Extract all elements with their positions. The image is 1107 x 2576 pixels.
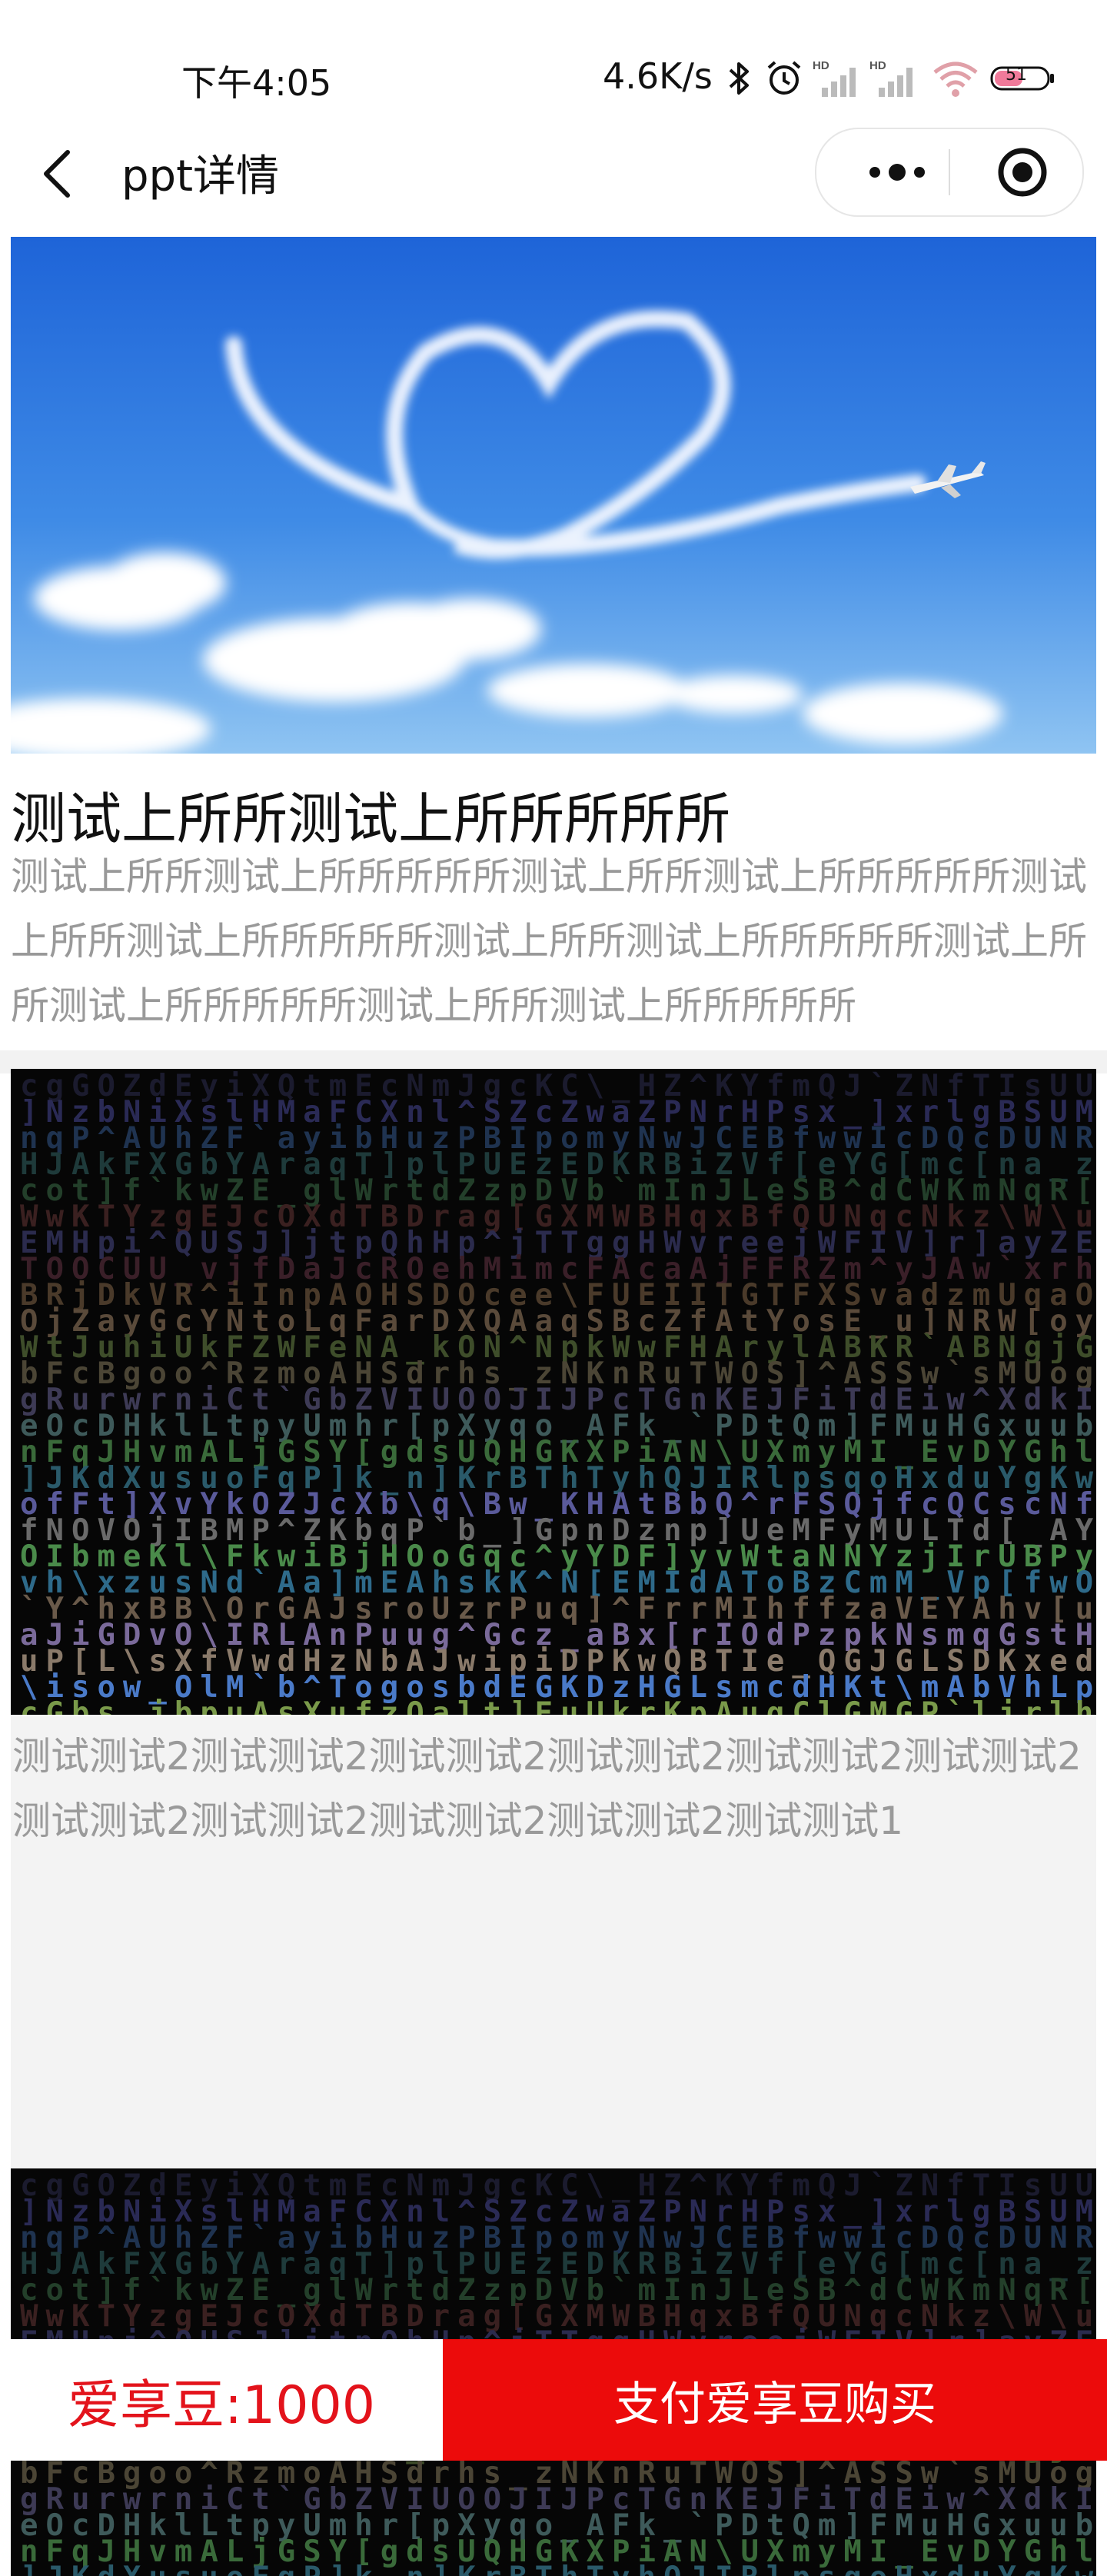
status-time: 下午4:05	[181, 62, 332, 104]
alarm-icon	[763, 58, 806, 98]
wifi-icon	[930, 58, 981, 98]
matrix-code-art: cgGOZdEyiXQtmEcNmJgcKC\_HZ^KYfmQJ`ZNfTIs…	[20, 1069, 1096, 1715]
svg-text:HD: HD	[813, 59, 829, 72]
beans-balance: 爱享豆:1000	[0, 2339, 443, 2461]
ppt-title: 测试上所所测试上所所所所所	[11, 787, 731, 851]
cover-image[interactable]	[11, 237, 1096, 754]
page-title: ppt详情	[121, 151, 280, 201]
back-arrow-icon	[44, 150, 70, 198]
detail-content: 测试上所所测试上所所所所所 测试上所所测试上所所所所所测试上所所测试上所所所所所…	[0, 237, 1107, 2576]
buy-button[interactable]: 支付爱享豆购买	[443, 2339, 1107, 2461]
signal-hd-icon-2: HD	[869, 58, 919, 98]
signal-hd-icon: HD	[812, 58, 863, 98]
navigation-bar: ppt详情	[0, 123, 1107, 223]
purchase-bar: 爱享豆:1000 支付爱享豆购买	[0, 2339, 1107, 2461]
more-dots-icon	[869, 164, 925, 181]
battery-icon: 51	[989, 58, 1058, 98]
more-button[interactable]	[863, 151, 932, 194]
capsule-divider	[949, 149, 950, 195]
battery-level: 51	[1006, 65, 1027, 85]
network-speed: 4.6K/s	[603, 55, 713, 97]
status-indicators: 4.6K/s HD HD 51	[554, 55, 1107, 102]
svg-text:HD: HD	[869, 59, 886, 72]
mini-program-capsule	[815, 128, 1084, 217]
bluetooth-icon	[724, 58, 755, 98]
close-target-icon	[998, 148, 1047, 197]
ppt-description: 测试上所所测试上所所所所所测试上所所测试上所所所所所测试上所所测试上所所所所所测…	[11, 854, 1087, 1028]
slide-caption-box: 测试测试2测试测试2测试测试2测试测试2测试测试2测试测试2测试测试2测试测试2…	[11, 1716, 1096, 2168]
back-button[interactable]	[37, 140, 91, 209]
slide-preview-image[interactable]: cgGOZdEyiXQtmEcNmJgcKC\_HZ^KYfmQJ`ZNfTIs…	[11, 1069, 1096, 1715]
close-button[interactable]	[995, 145, 1050, 200]
slide-caption: 测试测试2测试测试2测试测试2测试测试2测试测试2测试测试2测试测试2测试测试2…	[12, 1734, 1082, 1843]
